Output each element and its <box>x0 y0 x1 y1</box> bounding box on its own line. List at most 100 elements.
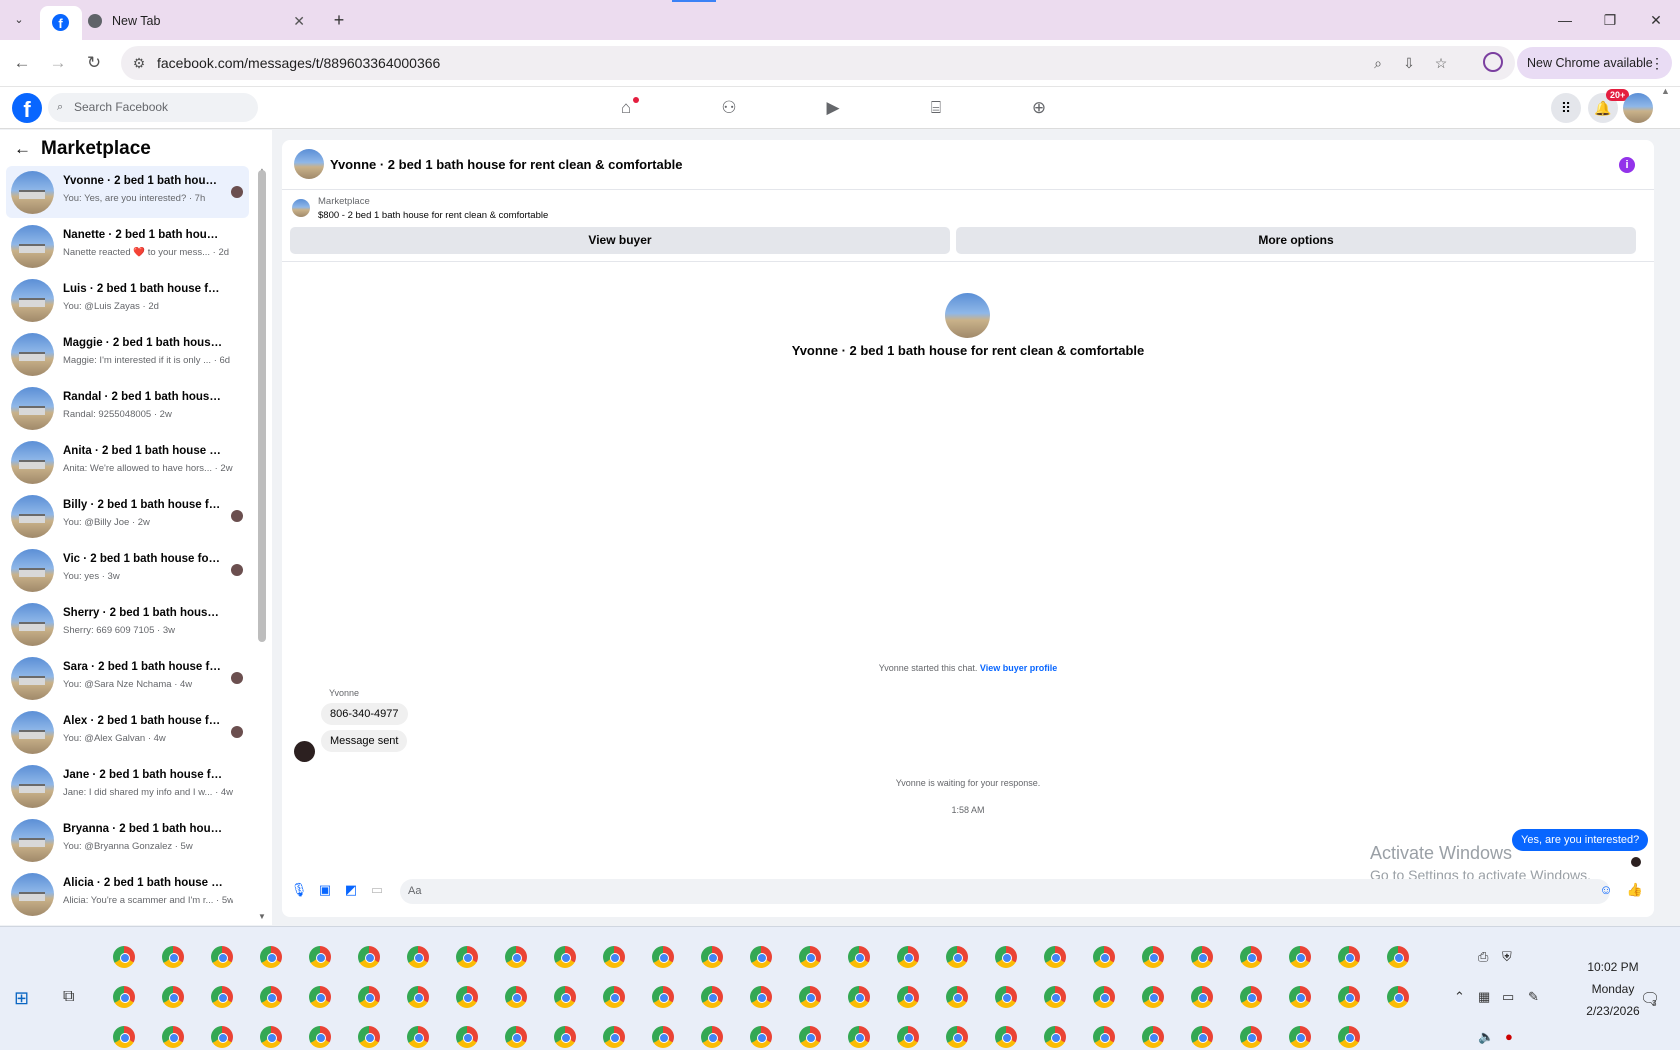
gif-icon[interactable]: ▭ <box>368 881 386 899</box>
conversation-item[interactable]: Maggie · 2 bed 1 bath house for rent cle… <box>6 328 249 380</box>
conversation-item[interactable]: Alex · 2 bed 1 bath house for rent clean… <box>6 706 249 758</box>
site-info-icon[interactable]: ⚙ <box>129 53 149 73</box>
close-window-button[interactable]: ✕ <box>1636 8 1676 32</box>
network-icon[interactable]: ▦ <box>1478 989 1490 1005</box>
video-icon[interactable]: ▶ <box>818 95 848 121</box>
tab-facebook[interactable]: f <box>40 6 82 40</box>
chrome-taskbar-icon[interactable] <box>456 946 478 968</box>
chrome-taskbar-icon[interactable] <box>1191 1026 1213 1048</box>
chrome-taskbar-icon[interactable] <box>1044 946 1066 968</box>
chrome-taskbar-icon[interactable] <box>1289 986 1311 1008</box>
chrome-taskbar-icon[interactable] <box>260 946 282 968</box>
show-hidden-icons[interactable]: ⌃ <box>1454 989 1465 1005</box>
new-tab-button[interactable]: + <box>328 8 350 32</box>
chrome-taskbar-icon[interactable] <box>946 1026 968 1048</box>
sender-avatar[interactable] <box>294 741 315 762</box>
chrome-taskbar-icon[interactable] <box>701 1026 723 1048</box>
chrome-taskbar-icon[interactable] <box>309 986 331 1008</box>
conversation-item[interactable]: Sara · 2 bed 1 bath house for rent clean… <box>6 652 249 704</box>
windows-start-icon[interactable]: ⊞ <box>14 988 29 1009</box>
chrome-taskbar-icon[interactable] <box>897 986 919 1008</box>
more-options-button[interactable]: More options <box>956 227 1636 254</box>
chrome-taskbar-icon[interactable] <box>554 1026 576 1048</box>
friends-icon[interactable]: ⚇ <box>714 95 744 121</box>
chrome-taskbar-icon[interactable] <box>848 986 870 1008</box>
chrome-taskbar-icon[interactable] <box>750 1026 772 1048</box>
incoming-message[interactable]: Message sent <box>321 730 408 752</box>
view-buyer-button[interactable]: View buyer <box>290 227 950 254</box>
chrome-taskbar-icon[interactable] <box>162 1026 184 1048</box>
record-icon[interactable]: ● <box>1505 1029 1513 1044</box>
chrome-taskbar-icon[interactable] <box>1142 986 1164 1008</box>
pen-icon[interactable]: ✎ <box>1528 989 1539 1005</box>
chrome-taskbar-icon[interactable] <box>1338 946 1360 968</box>
chrome-taskbar-icon[interactable] <box>260 986 282 1008</box>
clock-time[interactable]: 10:02 PM <box>1558 960 1668 974</box>
chrome-taskbar-icon[interactable] <box>358 946 380 968</box>
chrome-taskbar-icon[interactable] <box>995 946 1017 968</box>
conversation-item[interactable]: Anita · 2 bed 1 bath house for rent clea… <box>6 436 249 488</box>
chrome-taskbar-icon[interactable] <box>358 1026 380 1048</box>
facebook-search-input[interactable]: ⌕ Search Facebook <box>48 93 258 122</box>
task-view-icon[interactable]: ⧉ <box>63 988 74 1006</box>
home-icon[interactable]: ⌂ <box>611 95 641 121</box>
chrome-taskbar-icon[interactable] <box>309 946 331 968</box>
chrome-taskbar-icon[interactable] <box>1093 1026 1115 1048</box>
chrome-taskbar-icon[interactable] <box>407 986 429 1008</box>
sticker-icon[interactable]: ◩ <box>342 881 360 899</box>
more-menu-icon[interactable]: ⋮ <box>1650 47 1664 79</box>
marketplace-icon[interactable]: ⌸ <box>921 95 951 121</box>
chat-avatar[interactable] <box>294 149 324 179</box>
conversation-item[interactable]: Billy · 2 bed 1 bath house for rent clea… <box>6 490 249 542</box>
meet-now-icon[interactable]: ⎙ <box>1478 949 1488 965</box>
chrome-taskbar-icon[interactable] <box>505 1026 527 1048</box>
chrome-taskbar-icon[interactable] <box>946 986 968 1008</box>
chrome-taskbar-icon[interactable] <box>652 946 674 968</box>
new-chrome-button[interactable]: New Chrome available ⋮ <box>1517 47 1672 79</box>
conversation-item[interactable]: Luis · 2 bed 1 bath house for rent clean… <box>6 274 249 326</box>
view-buyer-profile-link[interactable]: View buyer profile <box>980 663 1057 673</box>
chrome-taskbar-icon[interactable] <box>1044 1026 1066 1048</box>
restore-button[interactable]: ❐ <box>1590 8 1630 32</box>
display-icon[interactable]: ▭ <box>1502 989 1514 1005</box>
like-icon[interactable]: 👍 <box>1626 881 1644 899</box>
back-button[interactable]: ← <box>9 50 35 76</box>
tab-new-tab[interactable]: New Tab ✕ <box>88 8 313 34</box>
chrome-taskbar-icon[interactable] <box>309 1026 331 1048</box>
chrome-taskbar-icon[interactable] <box>162 986 184 1008</box>
chat-scroll-arrow[interactable]: ▲ <box>1661 86 1670 96</box>
chrome-taskbar-icon[interactable] <box>113 1026 135 1048</box>
chrome-taskbar-icon[interactable] <box>505 986 527 1008</box>
chrome-taskbar-icon[interactable] <box>260 1026 282 1048</box>
chrome-taskbar-icon[interactable] <box>1240 946 1262 968</box>
listing-title[interactable]: $800 - 2 bed 1 bath house for rent clean… <box>318 210 548 221</box>
chrome-taskbar-icon[interactable] <box>211 1026 233 1048</box>
chrome-taskbar-icon[interactable] <box>1044 986 1066 1008</box>
chrome-taskbar-icon[interactable] <box>211 986 233 1008</box>
chrome-taskbar-icon[interactable] <box>1142 946 1164 968</box>
chrome-taskbar-icon[interactable] <box>113 946 135 968</box>
chrome-taskbar-icon[interactable] <box>211 946 233 968</box>
chrome-taskbar-icon[interactable] <box>799 986 821 1008</box>
close-icon[interactable]: ✕ <box>293 13 305 30</box>
info-icon[interactable]: i <box>1619 157 1635 173</box>
chrome-taskbar-icon[interactable] <box>554 946 576 968</box>
chrome-taskbar-icon[interactable] <box>1142 1026 1164 1048</box>
chrome-taskbar-icon[interactable] <box>750 946 772 968</box>
profile-icon[interactable] <box>1483 52 1503 72</box>
chrome-taskbar-icon[interactable] <box>113 986 135 1008</box>
forward-button[interactable]: → <box>45 50 71 76</box>
conversation-item[interactable]: Bryanna · 2 bed 1 bath house for rent cl… <box>6 814 249 866</box>
volume-icon[interactable]: 🔈 <box>1478 1029 1494 1045</box>
photo-icon[interactable]: ▣ <box>316 881 334 899</box>
chat-title[interactable]: Yvonne · 2 bed 1 bath house for rent cle… <box>330 157 683 172</box>
chrome-taskbar-icon[interactable] <box>603 1026 625 1048</box>
chrome-taskbar-icon[interactable] <box>995 1026 1017 1048</box>
zoom-icon[interactable]: ⌕ <box>1368 53 1388 73</box>
reload-button[interactable]: ↻ <box>81 50 107 76</box>
profile-avatar-large[interactable] <box>945 293 990 338</box>
chrome-taskbar-icon[interactable] <box>1387 986 1409 1008</box>
security-icon[interactable]: ⛨ <box>1502 949 1512 965</box>
minimize-button[interactable]: — <box>1545 8 1585 32</box>
chrome-taskbar-icon[interactable] <box>456 986 478 1008</box>
